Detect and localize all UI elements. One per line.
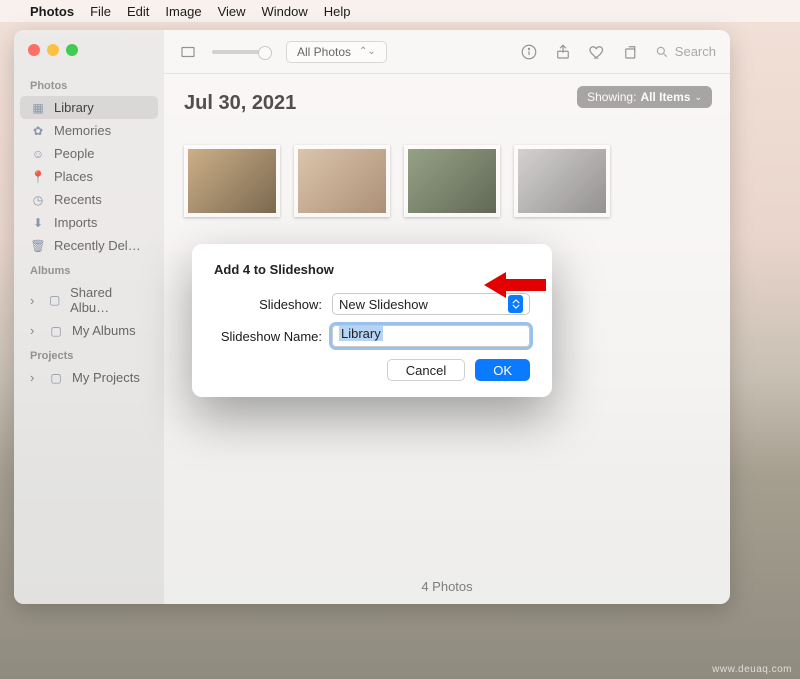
sidebar-item-memories[interactable]: ✿ Memories — [20, 119, 158, 142]
sidebar-item-recently-deleted[interactable]: 🗑 Recently Del… — [20, 234, 158, 257]
imports-icon: ⬇ — [30, 216, 46, 230]
macos-menubar: Photos File Edit Image View Window Help — [0, 0, 800, 22]
slideshow-name-row: Slideshow Name: Library — [214, 325, 530, 347]
album-icon: ▢ — [48, 324, 64, 338]
sidebar-item-label: Places — [54, 169, 93, 184]
sidebar-item-people[interactable]: ☺ People — [20, 142, 158, 165]
menubar-item-file[interactable]: File — [90, 4, 111, 19]
sidebar-item-label: Imports — [54, 215, 97, 230]
memories-icon: ✿ — [30, 124, 46, 138]
share-icon[interactable] — [553, 42, 573, 62]
footer-photo-count: 4 Photos — [164, 579, 730, 594]
sidebar-item-label: Library — [54, 100, 94, 115]
add-to-slideshow-dialog: Add 4 to Slideshow Slideshow: New Slides… — [192, 244, 552, 397]
photo-thumbnail[interactable] — [294, 145, 390, 217]
places-icon: 📍 — [30, 170, 46, 184]
trash-icon: 🗑 — [30, 239, 46, 253]
sidebar-item-imports[interactable]: ⬇ Imports — [20, 211, 158, 234]
project-icon: ▢ — [48, 371, 64, 385]
sidebar-item-label: Recently Del… — [54, 238, 141, 253]
minimize-window-button[interactable] — [47, 44, 59, 56]
search-icon — [655, 45, 669, 59]
ok-button[interactable]: OK — [475, 359, 530, 381]
cancel-button[interactable]: Cancel — [387, 359, 465, 381]
sidebar-section-projects: Projects — [20, 342, 158, 366]
chevron-right-icon: › — [30, 370, 40, 385]
sidebar-item-label: Memories — [54, 123, 111, 138]
chevron-down-icon: ⌄ — [694, 92, 702, 103]
rotate-icon[interactable] — [621, 42, 641, 62]
select-stepper-icon — [508, 295, 523, 313]
filter-label: All Photos — [297, 45, 351, 59]
showing-filter-badge[interactable]: Showing: All Items ⌄ — [577, 86, 712, 108]
sidebar-item-label: Recents — [54, 192, 102, 207]
thumbnail-row — [184, 145, 710, 217]
slideshow-select-label: Slideshow: — [214, 297, 332, 312]
sidebar-item-my-projects[interactable]: › ▢ My Projects — [20, 366, 158, 389]
menubar-item-window[interactable]: Window — [262, 4, 308, 19]
slideshow-select-row: Slideshow: New Slideshow — [214, 293, 530, 315]
slideshow-name-label: Slideshow Name: — [214, 329, 332, 344]
slideshow-select[interactable]: New Slideshow — [332, 293, 530, 315]
window-controls — [20, 38, 158, 72]
chevron-right-icon: › — [30, 323, 40, 338]
photo-thumbnail[interactable] — [514, 145, 610, 217]
zoom-slider[interactable] — [212, 50, 272, 54]
people-icon: ☺ — [30, 147, 46, 161]
showing-value: All Items — [640, 90, 690, 104]
sidebar-item-shared-albums[interactable]: › ▢ Shared Albu… — [20, 281, 158, 319]
menubar-item-edit[interactable]: Edit — [127, 4, 149, 19]
library-filter-dropdown[interactable]: All Photos ⌃⌄ — [286, 41, 387, 63]
slideshow-name-input[interactable]: Library — [332, 325, 530, 347]
info-icon[interactable] — [519, 42, 539, 62]
library-icon: ▦ — [30, 101, 46, 115]
menubar-item-view[interactable]: View — [218, 4, 246, 19]
sidebar-item-label: My Albums — [72, 323, 136, 338]
sidebar-item-my-albums[interactable]: › ▢ My Albums — [20, 319, 158, 342]
search-placeholder: Search — [675, 44, 716, 59]
sidebar-item-label: Shared Albu… — [70, 285, 148, 315]
dialog-title: Add 4 to Slideshow — [214, 262, 530, 277]
sidebar-item-label: My Projects — [72, 370, 140, 385]
watermark: www.deuaq.com — [712, 664, 792, 675]
dialog-button-row: Cancel OK — [214, 359, 530, 381]
photo-thumbnail[interactable] — [404, 145, 500, 217]
shared-album-icon: ▢ — [47, 293, 62, 307]
sidebar-item-label: People — [54, 146, 94, 161]
menubar-item-help[interactable]: Help — [324, 4, 351, 19]
maximize-window-button[interactable] — [66, 44, 78, 56]
recents-icon: ◷ — [30, 193, 46, 207]
updown-icon: ⌃⌄ — [359, 46, 376, 57]
toolbar: All Photos ⌃⌄ Search — [164, 30, 730, 74]
search-field[interactable]: Search — [655, 44, 716, 59]
showing-prefix: Showing: — [587, 90, 636, 104]
menubar-item-image[interactable]: Image — [165, 4, 201, 19]
sidebar-item-recents[interactable]: ◷ Recents — [20, 188, 158, 211]
sidebar: Photos ▦ Library ✿ Memories ☺ People 📍 P… — [14, 30, 164, 604]
sidebar-section-photos: Photos — [20, 72, 158, 96]
photo-thumbnail[interactable] — [184, 145, 280, 217]
sidebar-section-albums: Albums — [20, 257, 158, 281]
slideshow-select-value: New Slideshow — [339, 297, 428, 312]
sidebar-item-library[interactable]: ▦ Library — [20, 96, 158, 119]
close-window-button[interactable] — [28, 44, 40, 56]
chevron-right-icon: › — [30, 293, 39, 308]
desktop-background: Photos File Edit Image View Window Help … — [0, 0, 800, 679]
favorite-icon[interactable] — [587, 42, 607, 62]
menubar-app-name[interactable]: Photos — [30, 4, 74, 19]
aspect-ratio-icon[interactable] — [178, 42, 198, 62]
sidebar-item-places[interactable]: 📍 Places — [20, 165, 158, 188]
slideshow-name-value: Library — [339, 326, 383, 341]
